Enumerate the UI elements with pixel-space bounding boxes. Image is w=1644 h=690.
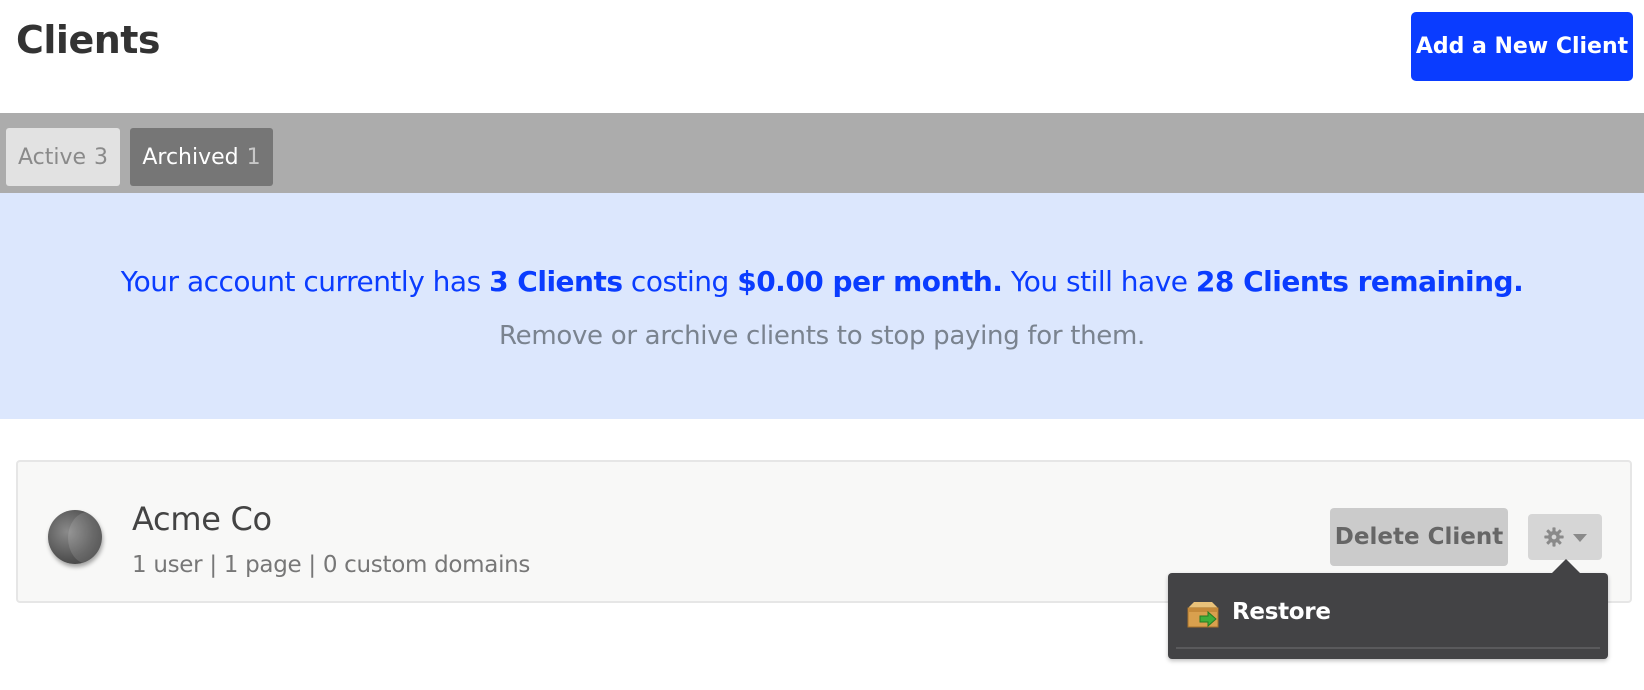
notice-subtext: Remove or archive clients to stop paying…: [499, 321, 1145, 351]
billing-summary: Your account currently has 3 Clients cos…: [0, 265, 1644, 298]
client-settings-button[interactable]: [1528, 514, 1602, 560]
client-actions-menu: Restore: [1168, 559, 1608, 659]
notice-remaining: 28 Clients remaining.: [1195, 265, 1524, 298]
notice-clients-count: 3 Clients: [489, 265, 623, 298]
tab-active-count: 3: [94, 144, 109, 170]
gear-icon: [1544, 527, 1564, 547]
notice-costing: costing: [630, 265, 729, 298]
billing-notice: Your account currently has 3 Clients cos…: [0, 193, 1644, 419]
tab-archived-label: Archived: [142, 144, 239, 170]
notice-cost: $0.00 per month.: [737, 265, 1003, 298]
delete-client-button[interactable]: Delete Client: [1330, 508, 1508, 566]
tab-archived-count: 1: [246, 144, 261, 170]
tab-archived[interactable]: Archived 1: [130, 128, 273, 186]
menu-item-restore-label: Restore: [1232, 599, 1331, 625]
menu-item-restore[interactable]: Restore: [1176, 581, 1600, 649]
tab-active-label: Active: [17, 144, 87, 170]
notice-prefix: Your account currently has: [120, 265, 481, 298]
add-new-client-button[interactable]: Add a New Client: [1411, 12, 1633, 81]
client-meta: 1 user | 1 page | 0 custom domains: [132, 552, 531, 578]
tab-bar: Active 3 Archived 1: [0, 113, 1644, 193]
client-name: Acme Co: [132, 500, 272, 538]
tab-active[interactable]: Active 3: [6, 128, 120, 186]
client-avatar: [48, 510, 102, 564]
page-header: Clients Add a New Client: [0, 0, 1644, 113]
notice-still-have: You still have: [1010, 265, 1188, 298]
restore-box-icon: [1187, 602, 1219, 628]
page-title: Clients: [16, 18, 161, 62]
chevron-down-icon: [1573, 534, 1587, 542]
